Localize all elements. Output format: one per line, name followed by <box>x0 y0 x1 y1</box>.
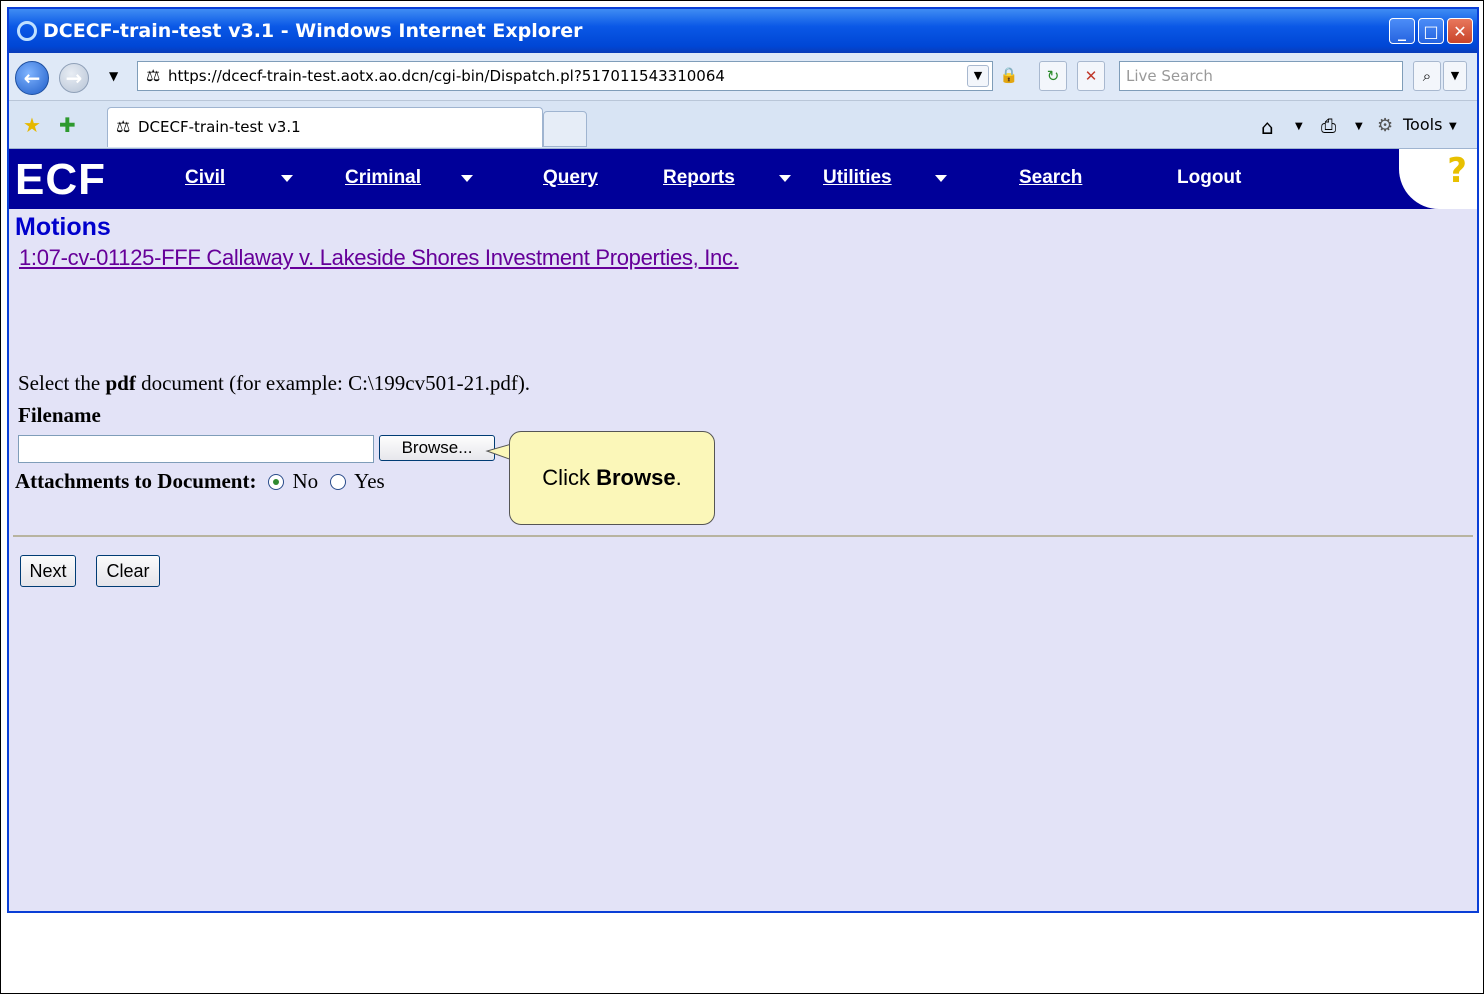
search-options-dropdown-icon[interactable]: ▼ <box>1443 61 1467 91</box>
next-button[interactable]: Next <box>20 555 76 587</box>
minimize-button[interactable]: _ <box>1389 18 1415 44</box>
criminal-dropdown-icon[interactable] <box>461 175 473 182</box>
url-dropdown-icon[interactable]: ▼ <box>967 65 989 87</box>
add-favorites-icon[interactable]: ✚ <box>59 113 76 137</box>
forward-button[interactable]: → <box>59 63 89 93</box>
address-toolbar: ← → ▼ ⚖ https://dcecf-train-test.aotx.ao… <box>9 53 1477 101</box>
browser-window: DCECF-train-test v3.1 - Windows Internet… <box>7 7 1479 913</box>
radio-yes-label: Yes <box>354 469 385 493</box>
menu-reports[interactable]: Reports <box>663 167 735 189</box>
url-text: https://dcecf-train-test.aotx.ao.dcn/cgi… <box>168 67 725 85</box>
menu-utilities[interactable]: Utilities <box>823 167 892 189</box>
utilities-dropdown-icon[interactable] <box>935 175 947 182</box>
refresh-icon[interactable]: ↻ <box>1039 61 1067 91</box>
radio-no-label: No <box>292 469 319 493</box>
close-window-button[interactable]: ✕ <box>1447 18 1473 44</box>
maximize-button[interactable]: □ <box>1418 18 1444 44</box>
tutorial-callout: Click Browse. <box>509 431 715 525</box>
callout-pre: Click <box>542 465 597 490</box>
live-search-input[interactable]: Live Search <box>1119 61 1403 91</box>
clear-button[interactable]: Clear <box>96 555 160 587</box>
tools-gear-icon[interactable]: ⚙ <box>1377 115 1393 136</box>
case-link[interactable]: 1:07-cv-01125-FFF Callaway v. Lakeside S… <box>19 245 739 271</box>
radio-yes[interactable] <box>330 473 347 490</box>
menu-search[interactable]: Search <box>1019 167 1082 189</box>
menu-logout[interactable]: Logout <box>1177 167 1241 189</box>
filename-label: Filename <box>18 403 101 427</box>
back-button[interactable]: ← <box>15 61 49 95</box>
favorites-star-icon[interactable]: ★ <box>23 113 41 137</box>
menu-criminal[interactable]: Criminal <box>345 167 421 189</box>
tools-dropdown-icon[interactable]: ▼ <box>1449 121 1457 132</box>
lock-icon[interactable]: 🔒 <box>995 61 1023 91</box>
filename-input[interactable] <box>18 435 374 463</box>
help-button[interactable]: ? <box>1399 149 1477 209</box>
ecf-menu-bar: ECF Civil Criminal Query Reports Utiliti… <box>9 149 1477 209</box>
instruction-post: document (for example: C:\199cv501-21.pd… <box>135 371 531 395</box>
page-title: Motions <box>15 213 111 241</box>
print-dropdown-icon[interactable]: ▼ <box>1355 121 1363 132</box>
home-icon[interactable]: ⌂ <box>1261 115 1274 139</box>
ie-logo-icon <box>17 21 37 41</box>
tools-menu-label[interactable]: Tools <box>1403 115 1442 134</box>
window-title: DCECF-train-test v3.1 - Windows Internet… <box>43 20 583 42</box>
tab-favicon-icon: ⚖ <box>116 117 131 136</box>
tab-label: DCECF-train-test v3.1 <box>138 118 301 136</box>
help-icon: ? <box>1447 151 1467 191</box>
url-field[interactable]: ⚖ https://dcecf-train-test.aotx.ao.dcn/c… <box>137 61 993 91</box>
attachments-row: Attachments to Document: No Yes <box>15 469 385 494</box>
radio-no[interactable] <box>268 473 285 490</box>
print-icon[interactable]: ⎙ <box>1321 115 1336 137</box>
form-divider <box>13 535 1473 537</box>
callout-bold: Browse <box>596 465 676 490</box>
history-dropdown-icon[interactable]: ▼ <box>109 69 118 83</box>
new-tab-button[interactable] <box>543 111 587 147</box>
tab-bar: ★ ✚ ⚖ DCECF-train-test v3.1 ⌂ ▼ ⎙ ▼ ⚙ To… <box>9 101 1477 149</box>
reports-dropdown-icon[interactable] <box>779 175 791 182</box>
callout-post: . <box>675 465 682 490</box>
instruction-text: Select the pdf document (for example: C:… <box>18 371 530 396</box>
search-icon[interactable]: ⌕ <box>1413 61 1441 91</box>
search-placeholder: Live Search <box>1126 67 1213 85</box>
site-scales-icon: ⚖ <box>146 66 161 85</box>
tab-active[interactable]: ⚖ DCECF-train-test v3.1 <box>107 107 543 147</box>
instruction-pre: Select the <box>18 371 106 395</box>
browse-button[interactable]: Browse... <box>379 435 495 461</box>
attachments-label: Attachments to Document: <box>15 469 257 493</box>
instruction-bold: pdf <box>105 371 136 395</box>
title-bar: DCECF-train-test v3.1 - Windows Internet… <box>9 9 1477 53</box>
stop-icon[interactable]: ✕ <box>1077 61 1105 91</box>
menu-query[interactable]: Query <box>543 167 598 189</box>
civil-dropdown-icon[interactable] <box>281 175 293 182</box>
home-dropdown-icon[interactable]: ▼ <box>1295 121 1303 132</box>
ecf-logo: ECF <box>15 155 106 204</box>
screenshot-frame: DCECF-train-test v3.1 - Windows Internet… <box>0 0 1484 994</box>
page-content: ECF Civil Criminal Query Reports Utiliti… <box>9 149 1477 911</box>
menu-civil[interactable]: Civil <box>185 167 225 189</box>
